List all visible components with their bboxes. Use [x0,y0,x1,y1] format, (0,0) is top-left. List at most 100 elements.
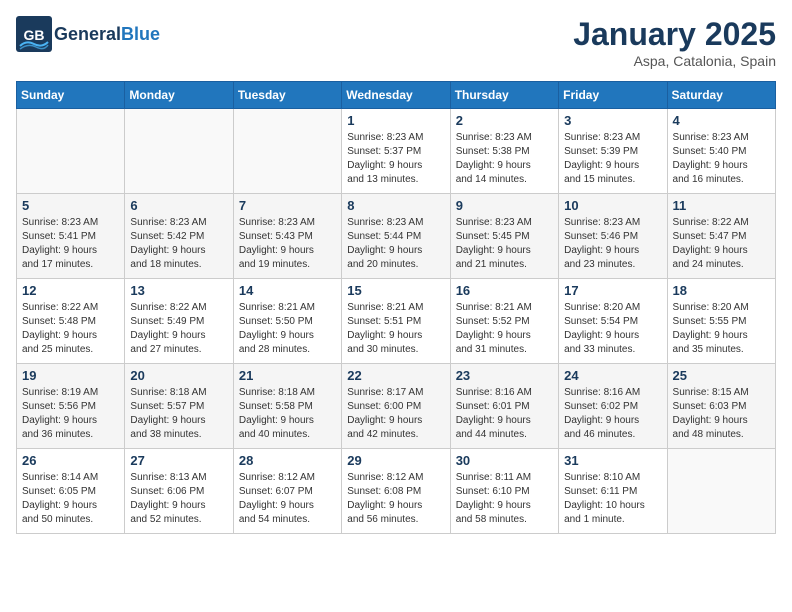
header-cell-wednesday: Wednesday [342,82,450,109]
day-info: Sunrise: 8:14 AMSunset: 6:05 PMDaylight:… [22,471,119,527]
day-number: 1 [347,113,444,128]
week-row-1: 1Sunrise: 8:23 AMSunset: 5:37 PMDaylight… [17,109,776,194]
day-number: 10 [564,198,661,213]
day-number: 8 [347,198,444,213]
day-info: Sunrise: 8:18 AMSunset: 5:58 PMDaylight:… [239,386,336,442]
header-cell-sunday: Sunday [17,82,125,109]
week-row-5: 26Sunrise: 8:14 AMSunset: 6:05 PMDayligh… [17,449,776,534]
day-number: 9 [456,198,553,213]
calendar-cell: 23 Sunrise: 8:16 AMSunset: 6:01 PMDayligh… [450,364,558,449]
calendar-cell: 14Sunrise: 8:21 AMSunset: 5:50 PMDayligh… [233,279,341,364]
day-info: Sunrise: 8:23 AMSunset: 5:38 PMDaylight:… [456,131,553,187]
svg-text:GB: GB [24,27,45,43]
day-info: Sunrise: 8:22 AMSunset: 5:47 PMDaylight:… [673,216,770,272]
logo-general: General [54,24,121,44]
calendar-cell: 26Sunrise: 8:14 AMSunset: 6:05 PMDayligh… [17,449,125,534]
calendar-cell: 27 Sunrise: 8:13 AMSunset: 6:06 PMDayligh… [125,449,233,534]
day-number: 3 [564,113,661,128]
logo: GB GeneralBlue [16,16,160,52]
day-info: Sunrise: 8:12 AMSunset: 6:07 PMDaylight:… [239,471,336,527]
calendar-cell: 6 Sunrise: 8:23 AMSunset: 5:42 PMDaylight… [125,194,233,279]
day-number: 24 [564,368,661,383]
day-info: Sunrise: 8:21 AMSunset: 5:51 PMDaylight:… [347,301,444,357]
calendar-cell: 25Sunrise: 8:15 AMSunset: 6:03 PMDayligh… [667,364,775,449]
calendar-table: SundayMondayTuesdayWednesdayThursdayFrid… [16,81,776,534]
day-info: Sunrise: 8:23 AMSunset: 5:44 PMDaylight:… [347,216,444,272]
calendar-cell: 2Sunrise: 8:23 AMSunset: 5:38 PMDaylight… [450,109,558,194]
calendar-cell: 12 Sunrise: 8:22 AMSunset: 5:48 PMDayligh… [17,279,125,364]
day-info: Sunrise: 8:13 AMSunset: 6:06 PMDaylight:… [130,471,227,527]
day-number: 17 [564,283,661,298]
day-info: Sunrise: 8:17 AMSunset: 6:00 PMDaylight:… [347,386,444,442]
day-number: 13 [130,283,227,298]
calendar-cell: 15Sunrise: 8:21 AMSunset: 5:51 PMDayligh… [342,279,450,364]
header-cell-saturday: Saturday [667,82,775,109]
calendar-body: 1Sunrise: 8:23 AMSunset: 5:37 PMDaylight… [17,109,776,534]
day-number: 30 [456,453,553,468]
day-info: Sunrise: 8:15 AMSunset: 6:03 PMDaylight:… [673,386,770,442]
calendar-cell: 24 Sunrise: 8:16 AMSunset: 6:02 PMDayligh… [559,364,667,449]
day-info: Sunrise: 8:12 AMSunset: 6:08 PMDaylight:… [347,471,444,527]
calendar-cell: 4Sunrise: 8:23 AMSunset: 5:40 PMDaylight… [667,109,775,194]
day-number: 27 [130,453,227,468]
day-number: 7 [239,198,336,213]
header-row: SundayMondayTuesdayWednesdayThursdayFrid… [17,82,776,109]
calendar-cell: 13 Sunrise: 8:22 AMSunset: 5:49 PMDayligh… [125,279,233,364]
calendar-cell: 10 Sunrise: 8:23 AMSunset: 5:46 PMDayligh… [559,194,667,279]
calendar-cell [667,449,775,534]
calendar-cell: 31Sunrise: 8:10 AMSunset: 6:11 PMDayligh… [559,449,667,534]
calendar-cell: 29 Sunrise: 8:12 AMSunset: 6:08 PMDayligh… [342,449,450,534]
day-number: 29 [347,453,444,468]
day-info: Sunrise: 8:23 AMSunset: 5:42 PMDaylight:… [130,216,227,272]
day-number: 20 [130,368,227,383]
calendar-cell: 28 Sunrise: 8:12 AMSunset: 6:07 PMDayligh… [233,449,341,534]
day-number: 31 [564,453,661,468]
day-number: 14 [239,283,336,298]
header-cell-thursday: Thursday [450,82,558,109]
day-number: 21 [239,368,336,383]
title-block: January 2025 Aspa, Catalonia, Spain [573,16,776,69]
logo-blue: Blue [121,24,160,44]
day-info: Sunrise: 8:23 AMSunset: 5:46 PMDaylight:… [564,216,661,272]
calendar-header: SundayMondayTuesdayWednesdayThursdayFrid… [17,82,776,109]
calendar-cell: 19Sunrise: 8:19 AMSunset: 5:56 PMDayligh… [17,364,125,449]
month-title: January 2025 [573,16,776,53]
day-info: Sunrise: 8:21 AMSunset: 5:52 PMDaylight:… [456,301,553,357]
calendar-cell [17,109,125,194]
day-number: 6 [130,198,227,213]
day-info: Sunrise: 8:11 AMSunset: 6:10 PMDaylight:… [456,471,553,527]
header-cell-monday: Monday [125,82,233,109]
day-number: 12 [22,283,119,298]
day-number: 23 [456,368,553,383]
day-number: 22 [347,368,444,383]
calendar-cell [233,109,341,194]
day-info: Sunrise: 8:23 AMSunset: 5:43 PMDaylight:… [239,216,336,272]
day-info: Sunrise: 8:22 AMSunset: 5:48 PMDaylight:… [22,301,119,357]
day-info: Sunrise: 8:23 AMSunset: 5:39 PMDaylight:… [564,131,661,187]
page-header: GB GeneralBlue January 2025 Aspa, Catalo… [16,16,776,69]
location: Aspa, Catalonia, Spain [573,53,776,69]
week-row-2: 5Sunrise: 8:23 AMSunset: 5:41 PMDaylight… [17,194,776,279]
day-info: Sunrise: 8:19 AMSunset: 5:56 PMDaylight:… [22,386,119,442]
day-info: Sunrise: 8:16 AMSunset: 6:02 PMDaylight:… [564,386,661,442]
day-info: Sunrise: 8:16 AMSunset: 6:01 PMDaylight:… [456,386,553,442]
calendar-cell: 21 Sunrise: 8:18 AMSunset: 5:58 PMDayligh… [233,364,341,449]
day-number: 18 [673,283,770,298]
calendar-cell: 11Sunrise: 8:22 AMSunset: 5:47 PMDayligh… [667,194,775,279]
calendar-cell: 1Sunrise: 8:23 AMSunset: 5:37 PMDaylight… [342,109,450,194]
calendar-cell: 22 Sunrise: 8:17 AMSunset: 6:00 PMDayligh… [342,364,450,449]
logo-icon: GB [16,16,52,52]
calendar-cell: 16 Sunrise: 8:21 AMSunset: 5:52 PMDayligh… [450,279,558,364]
calendar-cell: 9Sunrise: 8:23 AMSunset: 5:45 PMDaylight… [450,194,558,279]
day-info: Sunrise: 8:22 AMSunset: 5:49 PMDaylight:… [130,301,227,357]
day-number: 4 [673,113,770,128]
calendar-cell: 3 Sunrise: 8:23 AMSunset: 5:39 PMDaylight… [559,109,667,194]
calendar-cell: 5Sunrise: 8:23 AMSunset: 5:41 PMDaylight… [17,194,125,279]
header-cell-friday: Friday [559,82,667,109]
week-row-3: 12 Sunrise: 8:22 AMSunset: 5:48 PMDayligh… [17,279,776,364]
day-info: Sunrise: 8:23 AMSunset: 5:41 PMDaylight:… [22,216,119,272]
calendar-cell: 17Sunrise: 8:20 AMSunset: 5:54 PMDayligh… [559,279,667,364]
day-number: 28 [239,453,336,468]
day-number: 16 [456,283,553,298]
calendar-cell: 20Sunrise: 8:18 AMSunset: 5:57 PMDayligh… [125,364,233,449]
